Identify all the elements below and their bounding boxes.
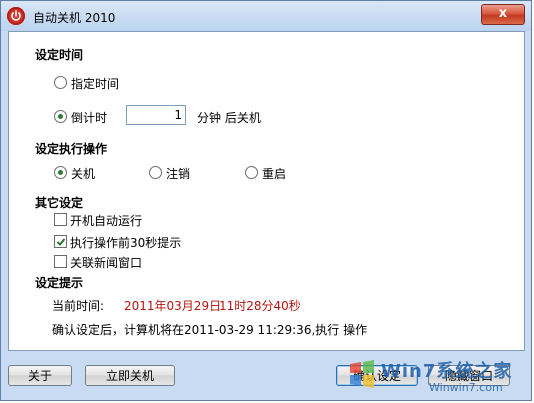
countdown-label: 倒计时 xyxy=(71,111,108,125)
countdown-minutes-input[interactable]: 1 xyxy=(126,105,186,125)
prompt-30s-checkbox[interactable] xyxy=(54,235,67,248)
countdown-suffix: 分钟 后关机 xyxy=(197,111,261,125)
current-time-value: 11时28分40秒 xyxy=(219,299,301,313)
other-heading: 其它设定 xyxy=(35,196,84,210)
action-shutdown-label: 关机 xyxy=(71,167,96,181)
specified-time-radio[interactable] xyxy=(54,76,67,89)
current-time-label: 当前时间: xyxy=(52,299,105,313)
shutdown-now-button[interactable]: 立即关机 xyxy=(85,365,175,386)
power-icon xyxy=(7,7,25,25)
button-bar: 关于 立即关机 确认设定 隐藏窗口 xyxy=(1,353,531,401)
check-icon xyxy=(56,238,66,246)
app-window: 自动关机 2010 x 设定时间 指定时间 倒计时 1 分钟 后关机 设定执行操… xyxy=(0,0,532,401)
prompt-30s-label: 执行操作前30秒提示 xyxy=(70,236,182,250)
action-restart-radio[interactable] xyxy=(245,166,258,179)
autostart-checkbox[interactable] xyxy=(54,213,67,226)
about-button[interactable]: 关于 xyxy=(8,365,72,386)
autostart-label: 开机自动运行 xyxy=(70,214,143,228)
action-logoff-radio[interactable] xyxy=(149,166,162,179)
schedule-heading: 设定时间 xyxy=(35,48,84,62)
confirm-info-text: 确认设定后，计算机将在2011-03-29 11:29:36,执行 操作 xyxy=(52,323,368,337)
window-title: 自动关机 2010 xyxy=(33,11,116,25)
title-bar[interactable]: 自动关机 2010 x xyxy=(1,1,531,31)
main-panel: 设定时间 指定时间 倒计时 1 分钟 后关机 设定执行操作 关机 注销 重启 其… xyxy=(8,31,525,351)
news-window-checkbox[interactable] xyxy=(54,255,67,268)
current-date-value: 2011年03月29日 xyxy=(124,299,222,313)
close-icon: x xyxy=(498,6,508,21)
action-logoff-label: 注销 xyxy=(166,167,191,181)
confirm-button[interactable]: 确认设定 xyxy=(336,365,418,386)
countdown-radio[interactable] xyxy=(54,110,67,123)
tips-heading: 设定提示 xyxy=(35,276,84,290)
action-heading: 设定执行操作 xyxy=(35,142,108,156)
close-button[interactable]: x xyxy=(481,4,525,25)
hide-window-button[interactable]: 隐藏窗口 xyxy=(428,365,510,386)
specified-time-label: 指定时间 xyxy=(71,77,120,91)
action-shutdown-radio[interactable] xyxy=(54,166,67,179)
action-restart-label: 重启 xyxy=(262,167,287,181)
news-window-label: 关联新闻窗口 xyxy=(70,256,143,270)
